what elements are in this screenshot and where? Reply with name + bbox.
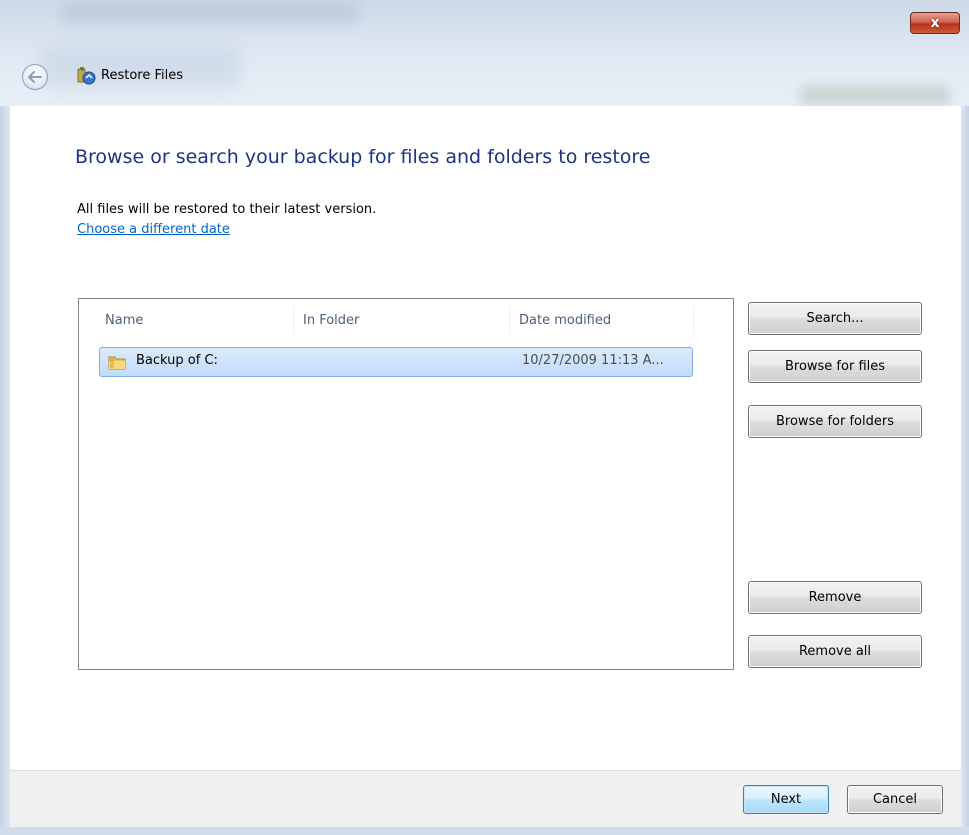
page-heading: Browse or search your backup for files a… [75,146,651,168]
content-area: Browse or search your backup for files a… [10,106,961,770]
list-header: Name In Folder Date modified [79,299,733,341]
restore-info-text: All files will be restored to their late… [77,202,377,217]
folder-icon [108,356,126,370]
column-header-in-folder[interactable]: In Folder [295,299,509,341]
glass-background [60,2,360,24]
restore-files-window: x Restore Files Browse or search your ba… [0,0,969,835]
item-date-modified: 10/27/2009 11:13 A... [522,353,664,368]
glass-background [800,85,950,105]
remove-all-button[interactable]: Remove all [748,635,922,668]
column-header-date-modified[interactable]: Date modified [511,299,693,341]
close-icon: x [930,15,940,31]
column-separator[interactable] [693,301,694,339]
window-frame-right [961,106,969,835]
next-button[interactable]: Next [743,785,829,814]
search-button[interactable]: Search... [748,302,922,335]
column-separator[interactable] [293,301,294,339]
back-button[interactable] [22,64,48,90]
footer-bar: Next Cancel [10,770,961,827]
back-arrow-icon [28,71,42,83]
title-bar: x Restore Files [0,0,969,106]
browse-folders-button[interactable]: Browse for folders [748,405,922,438]
remove-button[interactable]: Remove [748,581,922,614]
window-frame-bottom [0,827,969,835]
browse-files-button[interactable]: Browse for files [748,350,922,383]
backup-file-list[interactable]: Name In Folder Date modified Backup of C… [78,298,734,670]
window-title: Restore Files [101,68,183,83]
window-frame-left [0,106,10,835]
cancel-button[interactable]: Cancel [847,785,943,814]
item-name: Backup of C: [136,353,218,368]
column-header-name[interactable]: Name [97,299,293,341]
close-button[interactable]: x [910,12,960,34]
list-item[interactable]: Backup of C: 10/27/2009 11:13 A... [99,347,693,377]
restore-files-icon [77,67,96,85]
column-separator[interactable] [509,301,510,339]
choose-date-link[interactable]: Choose a different date [77,222,230,237]
